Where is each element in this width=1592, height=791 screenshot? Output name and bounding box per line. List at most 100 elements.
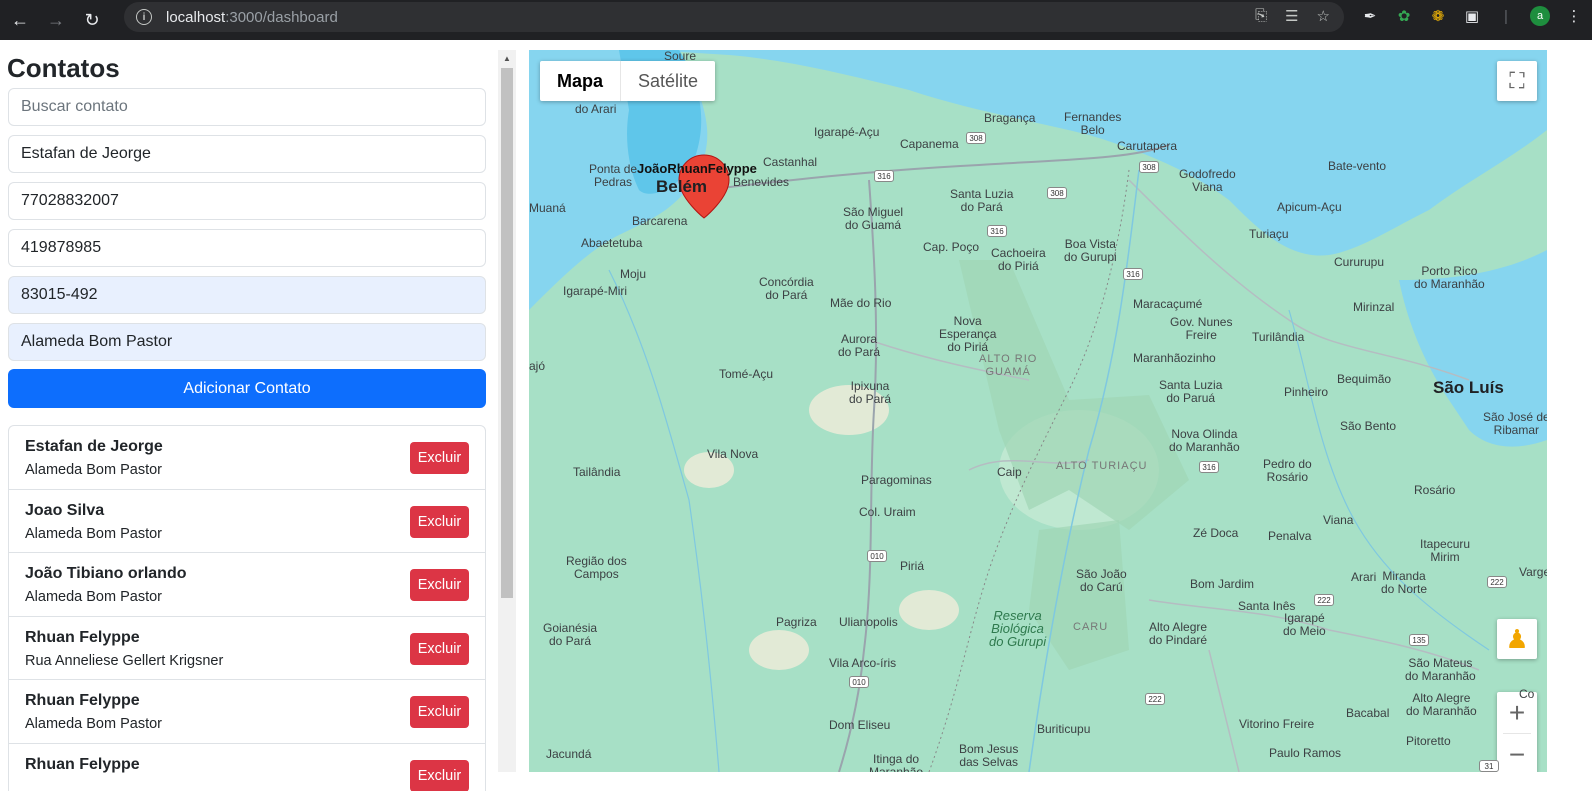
map-label: Pedro do Rosário [1263,457,1312,484]
search-input[interactable]: Buscar contato [8,88,486,126]
extension-green-icon[interactable]: ✿ [1394,6,1414,26]
panel-scrollbar[interactable]: ▲ [498,50,516,772]
zoom-control: + − [1497,692,1537,772]
delete-button[interactable]: Excluir [410,632,469,665]
contact-address: Rua Anneliese Gellert Krigsner [25,652,224,669]
back-icon[interactable]: ← [2,4,38,36]
map-label: Santa Luzia do Pará [950,187,1014,214]
eyedropper-icon[interactable]: ✒ [1360,6,1380,26]
map-label: Godofredo Viana [1179,167,1236,194]
address-bar[interactable]: i localhost:3000/dashboard ⎘ ☰ ☆ [124,2,1344,32]
contact-name: Rhuan Felyppe [25,692,140,709]
delete-button[interactable]: Excluir [410,696,469,728]
browser-toolbar: ← → ↻ i localhost:3000/dashboard ⎘ ☰ ☆ ✒… [0,0,1592,40]
list-item[interactable]: Rhuan Felyppe Rua Anneliese Gellert Krig… [9,617,485,680]
map-label: São Miguel do Guamá [843,205,904,232]
delete-button[interactable]: Excluir [410,442,469,474]
highway-shield: 010 [849,676,869,688]
phone-field[interactable]: 419878985 [8,229,486,267]
map-label: Bom Jardim [1190,577,1255,591]
map-label: Igarapé-Açu [814,125,880,139]
name-field[interactable]: Estafan de Jeorge [8,135,486,173]
reload-icon[interactable]: ↻ [74,4,110,36]
pegman-icon[interactable]: ♟ [1497,619,1537,659]
cep-field[interactable]: 83015-492 [8,276,486,314]
contact-name: João Tibiano orlando [25,565,187,582]
map-label: ajó [529,359,546,373]
highway-shield: 308 [1047,187,1067,199]
translate-icon[interactable]: ☰ [1285,7,1298,25]
delete-button[interactable]: Excluir [410,505,469,538]
marker-label: JoãoRhuanFelyppe [637,161,757,176]
map-label: Maracaçumé [1133,297,1203,311]
map-label: São Mateus do Maranhão [1405,656,1476,683]
page-title: Contatos [7,53,120,83]
address-field[interactable]: Alameda Bom Pastor [8,323,486,361]
fullscreen-icon[interactable]: ⛶ [1497,61,1537,101]
map-label: Ipixuna do Pará [849,379,892,406]
map-type-satellite-button[interactable]: Satélite [621,61,715,101]
map-label: Reserva Biológica do Gurupi [989,608,1047,649]
contacts-panel: Contatos Buscar contato Estafan de Jeorg… [0,40,498,791]
map-label: Maranhãozinho [1133,351,1216,365]
map-label: Piriá [900,559,925,573]
map-label: Rosário [1414,483,1456,497]
map-label: Benevides [733,175,790,189]
map-label: Cachoeira do Piriá [991,246,1046,273]
highway-shield: 222 [1314,594,1334,606]
toolbar-divider: | [1504,7,1508,25]
map-type-map-button[interactable]: Mapa [540,61,622,101]
map-label: Co [1519,687,1535,701]
map-label: Pitoretto [1406,734,1451,748]
map-label: Caip [997,465,1022,479]
map-label: Belém [656,177,708,196]
cpf-field[interactable]: 77028832007 [8,182,486,220]
map-label: Cururupu [1334,255,1385,269]
menu-kebab-icon[interactable]: ⋮ [1564,6,1584,26]
map-label: Col. Uraim [859,505,916,519]
list-item[interactable]: João Tibiano orlando Alameda Bom Pastor … [9,553,485,617]
map-label: Concórdia do Pará [759,275,814,302]
map-label: Pinheiro [1284,385,1329,399]
scroll-up-icon[interactable]: ▲ [503,54,511,63]
contact-address: Alameda Bom Pastor [25,525,163,542]
map-label: Nova Olinda do Maranhão [1169,427,1240,454]
profile-avatar[interactable]: a [1530,6,1550,26]
map-label: Tomé-Açu [719,367,774,381]
delete-button[interactable]: Excluir [410,759,469,791]
forward-icon[interactable]: → [38,4,74,36]
map-label: Soure [664,50,697,63]
zoom-out-button[interactable]: − [1497,734,1537,772]
map[interactable]: Mapa Satélite ⛶ ♟ + − JoãoRhuanFelyppe S… [529,50,1547,772]
map-label: Paragominas [861,473,932,487]
map-label: Capanema [900,137,959,151]
extension-color-icon[interactable]: ❁ [1428,6,1448,26]
map-label: Itinga do Maranhão [869,752,924,773]
site-info-icon[interactable]: i [136,9,152,25]
map-label: Arari [1351,570,1377,584]
map-label: Igarapé do Meio [1283,611,1326,638]
list-item[interactable]: Rhuan Felyppe Excluir [9,744,485,791]
extensions-puzzle-icon[interactable]: ▣ [1462,6,1482,26]
list-item[interactable]: Rhuan Felyppe Alameda Bom Pastor Excluir [9,680,485,744]
list-item[interactable]: Estafan de Jeorge Alameda Bom Pastor Exc… [9,426,485,490]
list-item[interactable]: Joao Silva Alameda Bom Pastor Excluir [9,490,485,553]
map-label: Ponta de Pedras [589,162,638,189]
delete-button[interactable]: Excluir [410,569,469,601]
add-contact-button[interactable]: Adicionar Contato [8,369,486,408]
map-label: Porto Rico do Maranhão [1414,264,1485,291]
map-label: Jacundá [546,747,592,761]
highway-shield: 316 [1123,268,1143,280]
map-label: Abaetetuba [581,236,643,250]
map-label: Bacabal [1346,706,1390,720]
scrollbar-thumb[interactable] [501,68,513,598]
map-label: Cap. Poço [923,240,980,254]
map-label: Alto Alegre do Maranhão [1406,691,1477,718]
contact-name: Rhuan Felyppe [25,755,140,773]
install-icon[interactable]: ⎘ [1255,7,1267,25]
contact-name: Estafan de Jeorge [25,438,163,455]
contact-list: Estafan de Jeorge Alameda Bom Pastor Exc… [8,425,486,791]
contact-address: Alameda Bom Pastor [25,716,163,732]
map-label: Viana [1323,513,1354,527]
bookmark-star-icon[interactable]: ☆ [1317,7,1330,25]
